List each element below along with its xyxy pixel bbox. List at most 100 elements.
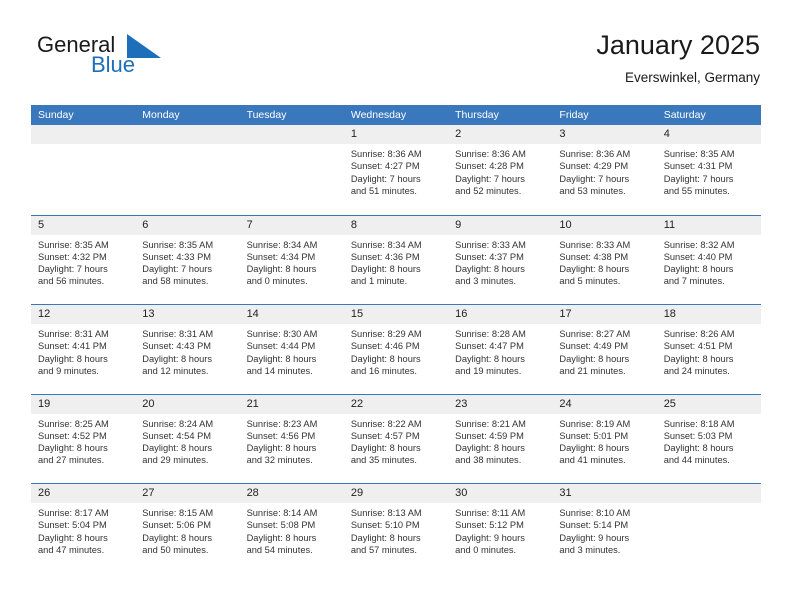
day-number: 20 — [142, 397, 155, 410]
calendar-page: General Blue January 2025 Everswinkel, G… — [0, 0, 792, 612]
day-number-strip: 19 — [31, 394, 136, 414]
daylight-text-line1: Daylight: 8 hours — [455, 353, 525, 364]
general-blue-logo[interactable]: General Blue — [31, 32, 231, 88]
daylight-text-line1: Daylight: 7 hours — [142, 264, 213, 275]
weekday-header-row: Sunday Monday Tuesday Wednesday Thursday… — [31, 105, 761, 125]
day-number-strip: 28 — [239, 484, 344, 503]
day-cell[interactable]: 5 Sunrise: 8:35 AM Sunset: 4:32 PM Daylight… — [31, 215, 136, 304]
day-number-strip — [656, 484, 761, 503]
day-cell[interactable]: 21 Sunrise: 8:23 AM Sunset: 4:56 PM Dayligh… — [239, 394, 344, 483]
day-cell[interactable]: 24 Sunrise: 8:19 AM Sunset: 5:01 PM Dayligh… — [552, 394, 657, 483]
sunset-text: Sunset: 4:27 PM — [350, 161, 420, 172]
daylight-text-line2: and 32 minutes. — [246, 455, 313, 466]
daylight-text-line2: and 0 minutes. — [455, 544, 517, 555]
day-cell-empty — [239, 125, 344, 215]
day-number-strip: 7 — [239, 215, 344, 235]
daylight-text-line2: and 57 minutes. — [350, 544, 417, 555]
day-cell[interactable]: 10 Sunrise: 8:33 AM Sunset: 4:38 PM Dayligh… — [552, 215, 657, 304]
day-number: 4 — [663, 128, 670, 140]
day-number-strip: 10 — [552, 215, 657, 235]
calendar-week-row: 26 Sunrise: 8:17 AM Sunset: 5:04 PM Dayligh… — [31, 483, 761, 573]
day-cell[interactable]: 27 Sunrise: 8:15 AM Sunset: 5:06 PM Dayligh… — [135, 484, 240, 573]
day-cell[interactable]: 13 Sunrise: 8:31 AM Sunset: 4:43 PM Dayligh… — [135, 305, 240, 394]
sunrise-text: Sunrise: 8:21 AM — [455, 418, 526, 429]
day-cell[interactable]: 8 Sunrise: 8:34 AM Sunset: 4:36 PM Daylight… — [343, 215, 449, 304]
sunset-text: Sunset: 4:46 PM — [350, 341, 420, 352]
day-info: Sunrise: 8:32 AM Sunset: 4:40 PM Daylight:… — [657, 235, 761, 288]
day-number-strip — [31, 125, 136, 144]
day-cell[interactable]: 30 Sunrise: 8:11 AM Sunset: 5:12 PM Dayligh… — [448, 484, 553, 573]
day-cell[interactable]: 23 Sunrise: 8:21 AM Sunset: 4:59 PM Dayligh… — [448, 394, 553, 483]
weekday-saturday: Saturday — [663, 109, 706, 121]
day-cell[interactable]: 16 Sunrise: 8:28 AM Sunset: 4:47 PM Dayligh… — [448, 305, 553, 394]
day-number-strip: 24 — [552, 394, 657, 414]
day-cell[interactable]: 25 Sunrise: 8:18 AM Sunset: 5:03 PM Dayligh… — [656, 394, 761, 483]
daylight-text-line1: Daylight: 8 hours — [350, 353, 421, 364]
sunrise-text: Sunrise: 8:30 AM — [246, 329, 318, 339]
daylight-text-line2: and 27 minutes. — [38, 455, 105, 466]
sunset-text: Sunset: 4:59 PM — [455, 430, 524, 441]
day-cell[interactable]: 6 Sunrise: 8:35 AM Sunset: 4:33 PM Daylight… — [135, 215, 240, 304]
day-info: Sunrise: 8:34 AM Sunset: 4:36 PM Daylight:… — [344, 235, 448, 288]
daylight-text-line1: Daylight: 8 hours — [38, 353, 108, 364]
day-cell[interactable]: 19 Sunrise: 8:25 AM Sunset: 4:52 PM Dayligh… — [31, 394, 136, 483]
day-cell[interactable]: 12 Sunrise: 8:31 AM Sunset: 4:41 PM Dayligh… — [31, 305, 136, 394]
sunset-text: Sunset: 4:44 PM — [246, 341, 316, 352]
day-cell[interactable]: 2 Sunrise: 8:36 AM Sunset: 4:28 PM Daylight… — [448, 125, 553, 215]
day-number-strip: 3 — [552, 125, 657, 144]
day-cell[interactable]: 17 Sunrise: 8:27 AM Sunset: 4:49 PM Dayligh… — [552, 305, 657, 394]
day-number: 19 — [38, 397, 51, 410]
sunrise-text: Sunrise: 8:26 AM — [663, 329, 735, 339]
day-info: Sunrise: 8:18 AM Sunset: 5:03 PM Daylight:… — [657, 414, 761, 467]
day-number: 1 — [350, 128, 357, 140]
sunrise-text: Sunrise: 8:19 AM — [559, 418, 631, 429]
day-cell[interactable]: 3 Sunrise: 8:36 AM Sunset: 4:29 PM Daylight… — [552, 125, 657, 215]
calendar-weeks: 1 Sunrise: 8:36 AM Sunset: 4:27 PM Daylight… — [31, 125, 761, 573]
daylight-text-line1: Daylight: 8 hours — [663, 443, 734, 454]
day-cell[interactable]: 28 Sunrise: 8:14 AM Sunset: 5:08 PM Dayligh… — [239, 484, 344, 573]
sunrise-text: Sunrise: 8:33 AM — [559, 239, 631, 250]
sunrise-text: Sunrise: 8:35 AM — [663, 149, 735, 159]
sunrise-text: Sunrise: 8:36 AM — [350, 149, 422, 159]
day-cell[interactable]: 4 Sunrise: 8:35 AM Sunset: 4:31 PM Daylight… — [656, 125, 761, 215]
day-cell[interactable]: 14 Sunrise: 8:30 AM Sunset: 4:44 PM Dayligh… — [239, 305, 344, 394]
day-cell[interactable]: 9 Sunrise: 8:33 AM Sunset: 4:37 PM Daylight… — [448, 215, 553, 304]
sunset-text: Sunset: 4:31 PM — [663, 161, 733, 172]
day-cell[interactable]: 15 Sunrise: 8:29 AM Sunset: 4:46 PM Dayligh… — [343, 305, 449, 394]
day-cell[interactable]: 22 Sunrise: 8:22 AM Sunset: 4:57 PM Dayligh… — [343, 394, 449, 483]
daylight-text-line2: and 24 minutes. — [663, 365, 730, 376]
sunset-text: Sunset: 4:37 PM — [455, 251, 524, 262]
day-info: Sunrise: 8:19 AM Sunset: 5:01 PM Daylight:… — [552, 414, 656, 467]
day-cell[interactable]: 31 Sunrise: 8:10 AM Sunset: 5:14 PM Dayligh… — [552, 484, 657, 573]
calendar-week-row: 12 Sunrise: 8:31 AM Sunset: 4:41 PM Dayligh… — [31, 304, 761, 394]
day-number-strip: 8 — [343, 215, 449, 235]
day-cell[interactable]: 18 Sunrise: 8:26 AM Sunset: 4:51 PM Dayligh… — [656, 305, 761, 394]
day-cell[interactable]: 1 Sunrise: 8:36 AM Sunset: 4:27 PM Daylight… — [343, 125, 449, 215]
daylight-text-line2: and 3 minutes. — [455, 276, 517, 287]
day-number-strip: 9 — [448, 215, 553, 235]
day-number-strip: 22 — [343, 394, 449, 414]
day-cell[interactable]: 20 Sunrise: 8:24 AM Sunset: 4:54 PM Dayligh… — [135, 394, 240, 483]
calendar-week-row: 19 Sunrise: 8:25 AM Sunset: 4:52 PM Dayligh… — [31, 393, 761, 483]
day-cell[interactable]: 11 Sunrise: 8:32 AM Sunset: 4:40 PM Dayligh… — [656, 215, 761, 304]
page-subtitle: Everswinkel, Germany — [624, 70, 760, 85]
day-number: 3 — [559, 128, 566, 140]
calendar-week-row: 5 Sunrise: 8:35 AM Sunset: 4:32 PM Daylight… — [31, 214, 761, 304]
day-number-strip: 15 — [343, 305, 449, 324]
day-number: 2 — [455, 128, 462, 140]
day-info: Sunrise: 8:36 AM Sunset: 4:28 PM Daylight:… — [448, 144, 552, 197]
sunrise-text: Sunrise: 8:36 AM — [455, 149, 526, 159]
day-number: 14 — [246, 308, 259, 320]
day-info: Sunrise: 8:17 AM Sunset: 5:04 PM Daylight:… — [31, 503, 135, 556]
weekday-friday: Friday — [559, 109, 589, 121]
daylight-text-line2: and 54 minutes. — [246, 544, 313, 555]
day-number-strip — [135, 125, 240, 144]
daylight-text-line1: Daylight: 7 hours — [38, 264, 108, 275]
day-number-strip: 30 — [448, 484, 553, 503]
day-info: Sunrise: 8:25 AM Sunset: 4:52 PM Daylight:… — [31, 414, 135, 467]
calendar-grid: Sunday Monday Tuesday Wednesday Thursday… — [31, 105, 761, 573]
page-header: General Blue January 2025 Everswinkel, G… — [31, 28, 760, 90]
day-cell[interactable]: 29 Sunrise: 8:13 AM Sunset: 5:10 PM Dayligh… — [343, 484, 449, 573]
day-cell[interactable]: 26 Sunrise: 8:17 AM Sunset: 5:04 PM Dayligh… — [31, 484, 136, 573]
day-cell[interactable]: 7 Sunrise: 8:34 AM Sunset: 4:34 PM Daylight… — [239, 215, 344, 304]
